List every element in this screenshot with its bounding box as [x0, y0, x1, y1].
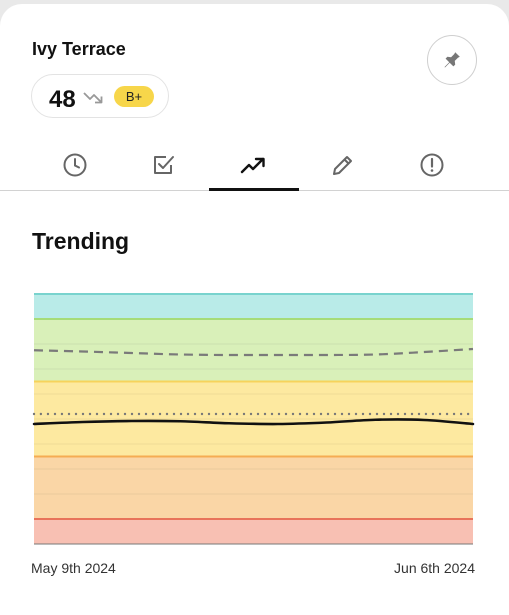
chart-band-0 — [34, 519, 473, 544]
tab-edit[interactable] — [298, 139, 388, 190]
x-axis-end-label: Jun 6th 2024 — [394, 560, 475, 576]
property-title: Ivy Terrace — [32, 39, 126, 59]
pencil-icon — [333, 155, 352, 175]
pin-button[interactable] — [427, 35, 477, 85]
trending-up-icon — [240, 157, 265, 173]
tab-alerts[interactable] — [387, 139, 477, 190]
tab-history[interactable] — [30, 139, 120, 190]
tab-bar — [0, 139, 509, 191]
tab-tasks[interactable] — [119, 139, 209, 190]
checkbox-icon — [154, 155, 174, 174]
trending-down-icon — [83, 92, 103, 104]
x-axis-start-label: May 9th 2024 — [31, 560, 116, 576]
grade-badge: B+ — [114, 86, 154, 107]
tab-trending[interactable] — [209, 139, 299, 191]
section-title: Trending — [32, 228, 130, 254]
property-card: Ivy Terrace 48 B+ Trending May 9th 2024 … — [0, 4, 509, 615]
trend-chart — [32, 293, 475, 545]
score-value: 48 — [49, 86, 76, 113]
chart-band-4 — [34, 294, 473, 319]
clock-icon — [63, 153, 87, 176]
alert-circle-icon — [420, 153, 444, 176]
score-pill: 48 B+ — [31, 74, 169, 118]
chart-band-1 — [34, 456, 473, 519]
chart-band-3 — [34, 319, 473, 382]
pin-icon — [444, 52, 460, 68]
